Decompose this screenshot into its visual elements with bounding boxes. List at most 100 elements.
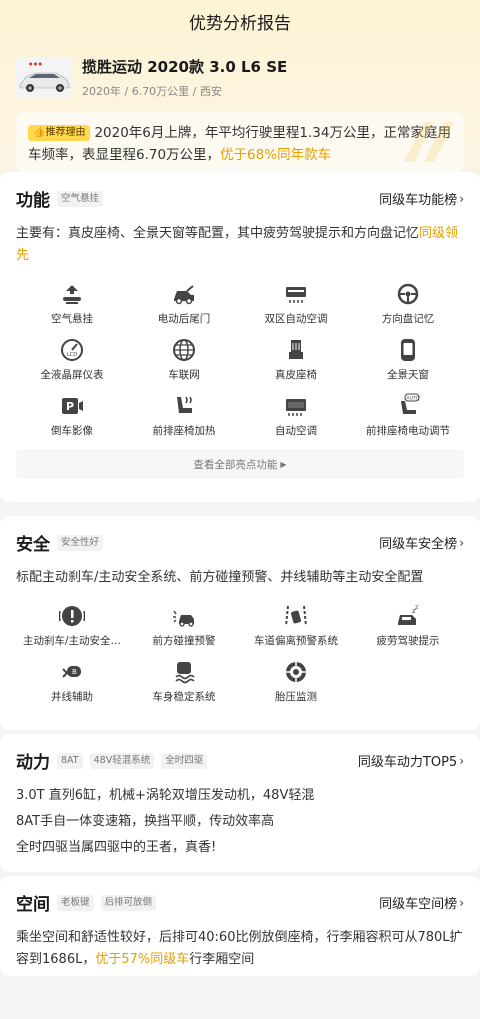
panoramic-roof-icon [395, 337, 421, 363]
svg-text:AUTO: AUTO [407, 396, 420, 402]
connected-car-icon [171, 337, 197, 363]
space-rank-link[interactable]: 同级车空间榜 › [379, 893, 464, 913]
function-item-label: 全液晶屏仪表 [40, 369, 104, 381]
view-all-button[interactable]: 查看全部亮点功能 ▶ [16, 449, 464, 479]
function-item[interactable]: AUTO 前排座椅电动调节 [352, 393, 464, 449]
safety-item[interactable]: z z 疲劳驾驶提示 [352, 603, 464, 659]
car-header: ● ● ● 揽胜运动 2020款 3.0 L6 SE 2020年 / 6.70万… [0, 42, 480, 104]
svg-text:P: P [66, 400, 74, 413]
power-line: 8AT手自一体变速箱，换挡平顺，传动效率高 [16, 814, 275, 829]
safety-item-label: 车道偏离预警系统 [254, 635, 338, 647]
function-item[interactable]: P 倒车影像 [16, 393, 128, 449]
safety-item-label: 主动刹车/主动安全… [22, 635, 122, 647]
space-chip: 老板键 [57, 894, 94, 911]
function-item[interactable]: 全景天窗 [352, 337, 464, 393]
svg-text:LCD: LCD [67, 352, 77, 358]
safety-item[interactable]: 车道偏离预警系统 [240, 603, 352, 659]
power-seat-icon: AUTO [395, 393, 421, 419]
svg-text:● ● ●: ● ● ● [29, 61, 43, 66]
function-item[interactable]: 方向盘记忆 [352, 281, 464, 337]
function-rank-link[interactable]: 同级车功能榜 › [379, 189, 464, 209]
top-bar: 优势分析报告 [0, 0, 480, 42]
safety-item[interactable]: B 并线辅助 [16, 659, 128, 715]
safety-title: 安全 [16, 535, 50, 555]
function-item-label: 自动空调 [275, 425, 317, 437]
watermark-icon [404, 122, 454, 162]
recommend-reason: 👍推荐理由 2020年6月上牌，年平均行驶里程1.34万公里，正常家庭用车频率，… [16, 112, 464, 172]
steering-memory-icon [395, 281, 421, 307]
safety-item[interactable]: 车身稳定系统 [128, 659, 240, 715]
triangle-right-icon: ▶ [280, 459, 287, 469]
space-section: 空间 老板键 后排可放倒 同级车空间榜 › 乘坐空间和舒适性较好，后排可40:60… [0, 876, 480, 976]
function-item[interactable]: 前排座椅加热 [128, 393, 240, 449]
safety-rank-link[interactable]: 同级车安全榜 › [379, 533, 464, 553]
function-item-label: 双区自动空调 [264, 313, 328, 325]
safety-section: 安全 安全性好 同级车安全榜 › 标配主动刹车/主动安全系统、前方碰撞预警、并线辅… [0, 516, 480, 730]
function-title: 功能 [16, 191, 50, 211]
safety-item-label: 并线辅助 [51, 691, 93, 703]
power-chip: 8AT [57, 752, 83, 769]
function-item[interactable]: 电动后尾门 [128, 281, 240, 337]
chevron-right-icon: › [459, 191, 464, 206]
space-title: 空间 [16, 895, 50, 915]
stability-control-icon [171, 659, 197, 685]
power-line: 3.0T 直列6缸，机械+涡轮双增压发动机，48V轻混 [16, 788, 315, 803]
function-item-label: 倒车影像 [51, 425, 93, 437]
safety-item-label: 胎压监测 [275, 691, 317, 703]
car-name: 揽胜运动 2020款 3.0 L6 SE [82, 57, 288, 76]
function-item[interactable]: 双区自动空调 [240, 281, 352, 337]
power-chip: 48V轻混系统 [89, 752, 155, 769]
dual-zone-ac-icon [283, 281, 309, 307]
function-item-label: 前排座椅电动调节 [366, 425, 450, 437]
chevron-right-icon: › [459, 535, 464, 550]
function-item-label: 空气悬挂 [51, 313, 93, 325]
chevron-right-icon: › [459, 895, 464, 910]
function-section: 功能 空气悬挂 同级车功能榜 › 主要有：真皮座椅、全景天窗等配置，其中疲劳驾驶提… [0, 172, 480, 502]
function-item-label: 方向盘记忆 [381, 313, 435, 325]
safety-item[interactable]: 前方碰撞预警 [128, 603, 240, 659]
chevron-right-icon: › [459, 753, 464, 768]
power-chip: 全时四驱 [161, 752, 208, 769]
function-item[interactable]: LCD 全液晶屏仪表 [16, 337, 128, 393]
function-item[interactable]: 真皮座椅 [240, 337, 352, 393]
reason-tag: 👍推荐理由 [28, 125, 91, 141]
safety-item[interactable]: 主动刹车/主动安全… [16, 603, 128, 659]
active-brake-icon [59, 603, 85, 629]
fatigue-alert-icon: zz [395, 603, 421, 629]
safety-item-label: 车身稳定系统 [152, 691, 216, 703]
function-desc: 主要有：真皮座椅、全景天窗等配置，其中疲劳驾驶提示和方向盘记忆同级领先 [16, 226, 459, 263]
lcd-cluster-icon: LCD [59, 337, 85, 363]
safety-item[interactable]: 胎压监测 [240, 659, 352, 715]
power-section: 动力 8AT 48V轻混系统 全时四驱 同级车动力TOP5 › 3.0T 直列6缸… [0, 734, 480, 872]
blind-spot-icon: B [59, 659, 85, 685]
safety-item-label: 疲劳驾驶提示 [376, 635, 440, 647]
space-desc: 乘坐空间和舒适性较好，后排可40:60比例放倒座椅，行李厢容积可从780L扩容到… [16, 930, 463, 967]
function-item[interactable]: 车联网 [128, 337, 240, 393]
power-rank-link[interactable]: 同级车动力TOP5 › [358, 751, 464, 771]
collision-warning-icon [171, 603, 197, 629]
car-meta: 2020年 / 6.70万公里 / 西安 [82, 84, 222, 98]
car-thumbnail: ● ● ● [16, 57, 72, 97]
tire-pressure-icon [283, 659, 309, 685]
reverse-camera-icon: P [59, 393, 85, 419]
function-item-label: 电动后尾门 [157, 313, 211, 325]
reason-highlight: 优于68%同年款车 [220, 147, 332, 163]
lane-departure-icon [283, 603, 309, 629]
function-chip: 空气悬挂 [57, 190, 104, 207]
svg-text:z: z [415, 604, 418, 611]
power-title: 动力 [16, 753, 50, 773]
auto-ac-icon [283, 393, 309, 419]
seat-heating-icon [171, 393, 197, 419]
function-item-label: 全景天窗 [387, 369, 429, 381]
page-title: 优势分析报告 [189, 13, 291, 34]
safety-grid: 主动刹车/主动安全… 前方碰撞预警 车道偏离预警系统 z z 疲劳驾驶提示 B 并线辅助 车身稳… [16, 603, 464, 715]
function-item-label: 前排座椅加热 [152, 425, 216, 437]
safety-desc: 标配主动刹车/主动安全系统、前方碰撞预警、并线辅助等主动安全配置 [16, 570, 424, 585]
safety-item-label: 前方碰撞预警 [152, 635, 216, 647]
thumb-up-icon: 👍 [33, 127, 46, 138]
function-grid: 空气悬挂 电动后尾门 双区自动空调 方向盘记忆 LCD 全液晶屏仪表 车联网 真皮座椅 全景天窗… [16, 281, 464, 449]
function-item[interactable]: 空气悬挂 [16, 281, 128, 337]
space-chip: 后排可放倒 [100, 894, 157, 911]
air-suspension-icon [59, 281, 85, 307]
function-item[interactable]: 自动空调 [240, 393, 352, 449]
